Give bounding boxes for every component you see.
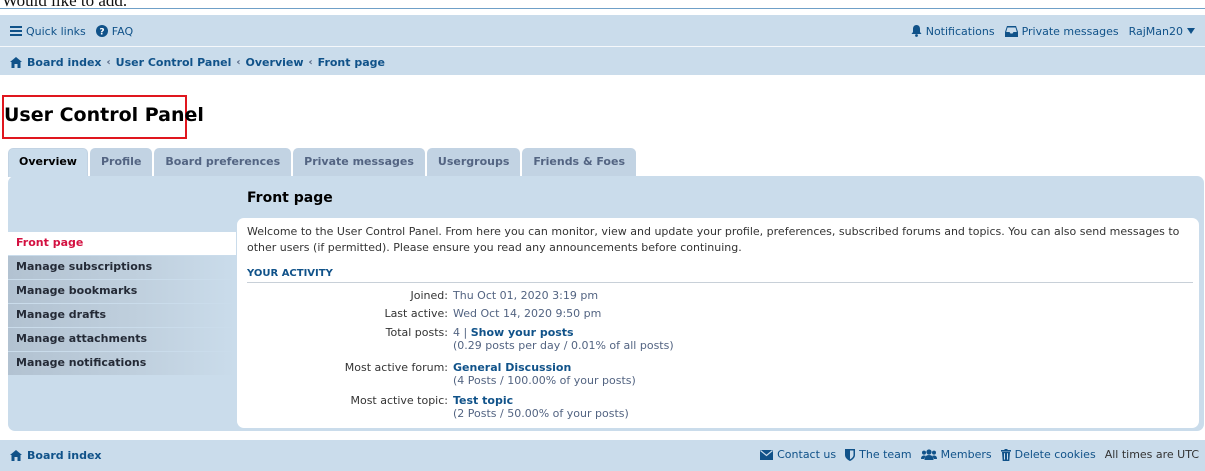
breadcrumb-ucp[interactable]: User Control Panel bbox=[116, 56, 232, 69]
caret-down-icon bbox=[1187, 28, 1195, 34]
nav-left: Quick links ? FAQ bbox=[10, 25, 133, 38]
sidebar-item-manage-bookmarks[interactable]: Manage bookmarks bbox=[8, 280, 236, 304]
delete-cookies-label: Delete cookies bbox=[1014, 448, 1096, 461]
the-team-link[interactable]: The team bbox=[845, 448, 912, 461]
tab-overview[interactable]: Overview bbox=[8, 148, 88, 177]
footer-board-index-link[interactable]: Board index bbox=[10, 449, 102, 462]
activity-heading: YOUR ACTIVITY bbox=[247, 268, 333, 279]
active-forum-link[interactable]: General Discussion bbox=[453, 361, 571, 374]
sidebar-item-manage-subscriptions[interactable]: Manage subscriptions bbox=[8, 256, 236, 280]
footer-board-index-label: Board index bbox=[27, 449, 102, 462]
envelope-icon bbox=[760, 449, 774, 460]
notifications-label: Notifications bbox=[925, 24, 995, 38]
nav-divider bbox=[0, 46, 1205, 47]
tab-bar: Overview Profile Board preferences Priva… bbox=[8, 148, 636, 177]
activity-divider bbox=[247, 282, 1193, 283]
trash-icon bbox=[1000, 448, 1011, 461]
private-messages-label: Private messages bbox=[1021, 24, 1119, 38]
total-posts-label: Total posts: bbox=[385, 326, 448, 339]
chevron-left-icon: ‹ bbox=[308, 57, 313, 68]
tab-profile[interactable]: Profile bbox=[89, 148, 153, 176]
bell-icon bbox=[911, 25, 922, 37]
the-team-label: The team bbox=[859, 448, 912, 461]
stat-joined: Joined: Thu Oct 01, 2020 3:19 pm bbox=[237, 289, 1199, 303]
contact-us-label: Contact us bbox=[777, 448, 837, 461]
tab-board-preferences[interactable]: Board preferences bbox=[154, 148, 292, 176]
private-messages-link[interactable]: Private messages bbox=[1004, 24, 1119, 38]
last-active-value: Wed Oct 14, 2020 9:50 pm bbox=[453, 307, 602, 320]
active-forum-sub: (4 Posts / 100.00% of your posts) bbox=[453, 374, 636, 387]
sidebar-item-manage-notifications[interactable]: Manage notifications bbox=[8, 352, 236, 376]
tab-friends-foes[interactable]: Friends & Foes bbox=[522, 148, 636, 176]
show-your-posts-link[interactable]: Show your posts bbox=[471, 326, 574, 339]
breadcrumb-overview[interactable]: Overview bbox=[246, 56, 304, 69]
timezone-text: All times are UTC bbox=[1104, 448, 1199, 461]
active-topic-link[interactable]: Test topic bbox=[453, 394, 513, 407]
sidebar-menu: Front page Manage subscriptions Manage b… bbox=[8, 232, 236, 376]
total-posts-sub: (0.29 posts per day / 0.01% of all posts… bbox=[453, 339, 674, 352]
ucp-panel: Front page Manage subscriptions Manage b… bbox=[8, 176, 1204, 431]
faq-label: FAQ bbox=[111, 24, 134, 38]
nav-row: Quick links ? FAQ Notifications Private … bbox=[10, 23, 1195, 39]
cropped-heading-text: Would like to add. bbox=[2, 0, 128, 10]
quick-links-label: Quick links bbox=[26, 24, 86, 38]
joined-value: Thu Oct 01, 2020 3:19 pm bbox=[453, 289, 599, 302]
active-topic-value-wrap: Test topic bbox=[453, 394, 513, 408]
notifications-link[interactable]: Notifications bbox=[911, 25, 995, 38]
home-icon bbox=[10, 57, 22, 68]
question-circle-icon: ? bbox=[95, 25, 108, 38]
home-icon bbox=[10, 450, 22, 461]
total-posts-value: 4 | bbox=[453, 326, 468, 339]
stat-last-active: Last active: Wed Oct 14, 2020 9:50 pm bbox=[237, 307, 1199, 321]
nav-right: Notifications Private messages RajMan20 bbox=[911, 25, 1195, 38]
active-topic-sub: (2 Posts / 50.00% of your posts) bbox=[453, 407, 629, 420]
content-title: Front page bbox=[247, 190, 333, 206]
total-posts-value-wrap: 4 | Show your posts bbox=[453, 326, 574, 340]
tab-usergroups[interactable]: Usergroups bbox=[426, 148, 521, 176]
username-label: RajMan20 bbox=[1128, 24, 1183, 38]
sidebar-item-manage-drafts[interactable]: Manage drafts bbox=[8, 304, 236, 328]
sidebar-item-front-page[interactable]: Front page bbox=[8, 232, 236, 256]
user-menu[interactable]: RajMan20 bbox=[1129, 25, 1195, 38]
stat-active-topic: Most active topic: Test topic (2 Posts /… bbox=[237, 394, 1199, 420]
members-label: Members bbox=[940, 448, 992, 461]
breadcrumb: Board index ‹ User Control Panel ‹ Overv… bbox=[10, 56, 385, 69]
breadcrumb-front-page[interactable]: Front page bbox=[318, 56, 385, 69]
hamburger-icon bbox=[10, 26, 22, 36]
active-forum-label: Most active forum: bbox=[344, 361, 448, 374]
page-title: User Control Panel bbox=[4, 104, 204, 126]
joined-label: Joined: bbox=[410, 289, 448, 302]
faq-link[interactable]: ? FAQ bbox=[95, 24, 134, 38]
top-divider bbox=[0, 8, 1205, 9]
users-icon bbox=[920, 449, 937, 460]
inbox-icon bbox=[1004, 25, 1018, 37]
contact-us-link[interactable]: Contact us bbox=[760, 448, 836, 461]
active-forum-value-wrap: General Discussion bbox=[453, 361, 571, 375]
svg-text:?: ? bbox=[99, 28, 104, 38]
chevron-left-icon: ‹ bbox=[236, 57, 241, 68]
stat-total-posts: Total posts: 4 | Show your posts (0.29 p… bbox=[237, 326, 1199, 352]
content-box: Welcome to the User Control Panel. From … bbox=[237, 218, 1199, 428]
navbar: Quick links ? FAQ Notifications Private … bbox=[0, 15, 1205, 75]
sidebar-item-manage-attachments[interactable]: Manage attachments bbox=[8, 328, 236, 352]
footer: Board index Contact us The team Members … bbox=[0, 440, 1205, 471]
quick-links-menu[interactable]: Quick links bbox=[10, 25, 86, 38]
active-topic-label: Most active topic: bbox=[350, 394, 448, 407]
welcome-text: Welcome to the User Control Panel. From … bbox=[247, 225, 1180, 254]
shield-icon bbox=[845, 448, 856, 461]
chevron-left-icon: ‹ bbox=[106, 57, 111, 68]
tab-private-messages[interactable]: Private messages bbox=[293, 148, 425, 176]
delete-cookies-link[interactable]: Delete cookies bbox=[1000, 448, 1096, 461]
last-active-label: Last active: bbox=[384, 307, 448, 320]
breadcrumb-board-index[interactable]: Board index bbox=[27, 56, 102, 69]
members-link[interactable]: Members bbox=[920, 448, 992, 461]
footer-links: Contact us The team Members Delete cooki… bbox=[760, 448, 1199, 461]
stat-active-forum: Most active forum: General Discussion (4… bbox=[237, 361, 1199, 387]
